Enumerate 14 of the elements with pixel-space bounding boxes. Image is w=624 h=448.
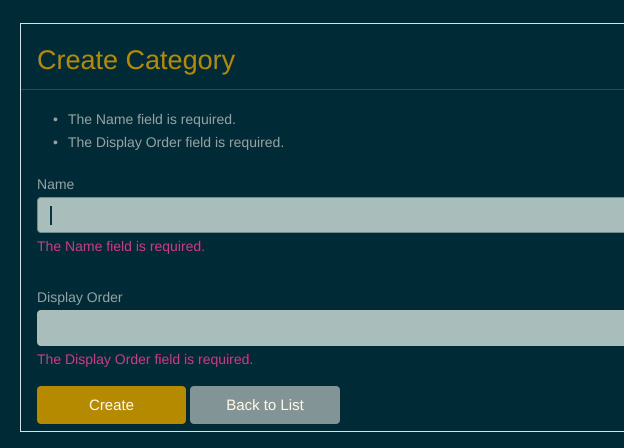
- field-label: Name: [37, 175, 76, 194]
- back-button[interactable]: Back to List: [190, 386, 340, 424]
- field-error: The Display Order field is required.: [37, 350, 254, 369]
- bullet-mark: •: [53, 110, 58, 129]
- bullet-mark: •: [53, 133, 58, 152]
- text-caret: [50, 206, 52, 225]
- create-button[interactable]: Create: [37, 386, 186, 424]
- field-error: The Name field is required.: [37, 237, 206, 256]
- page-title: Create Category: [37, 44, 236, 77]
- field-label: Display Order: [37, 288, 124, 307]
- validation-summary-item: The Name field is required.: [68, 110, 236, 129]
- input-field[interactable]: [37, 310, 624, 346]
- validation-summary-item: The Display Order field is required.: [68, 133, 284, 152]
- input-field[interactable]: [37, 197, 624, 233]
